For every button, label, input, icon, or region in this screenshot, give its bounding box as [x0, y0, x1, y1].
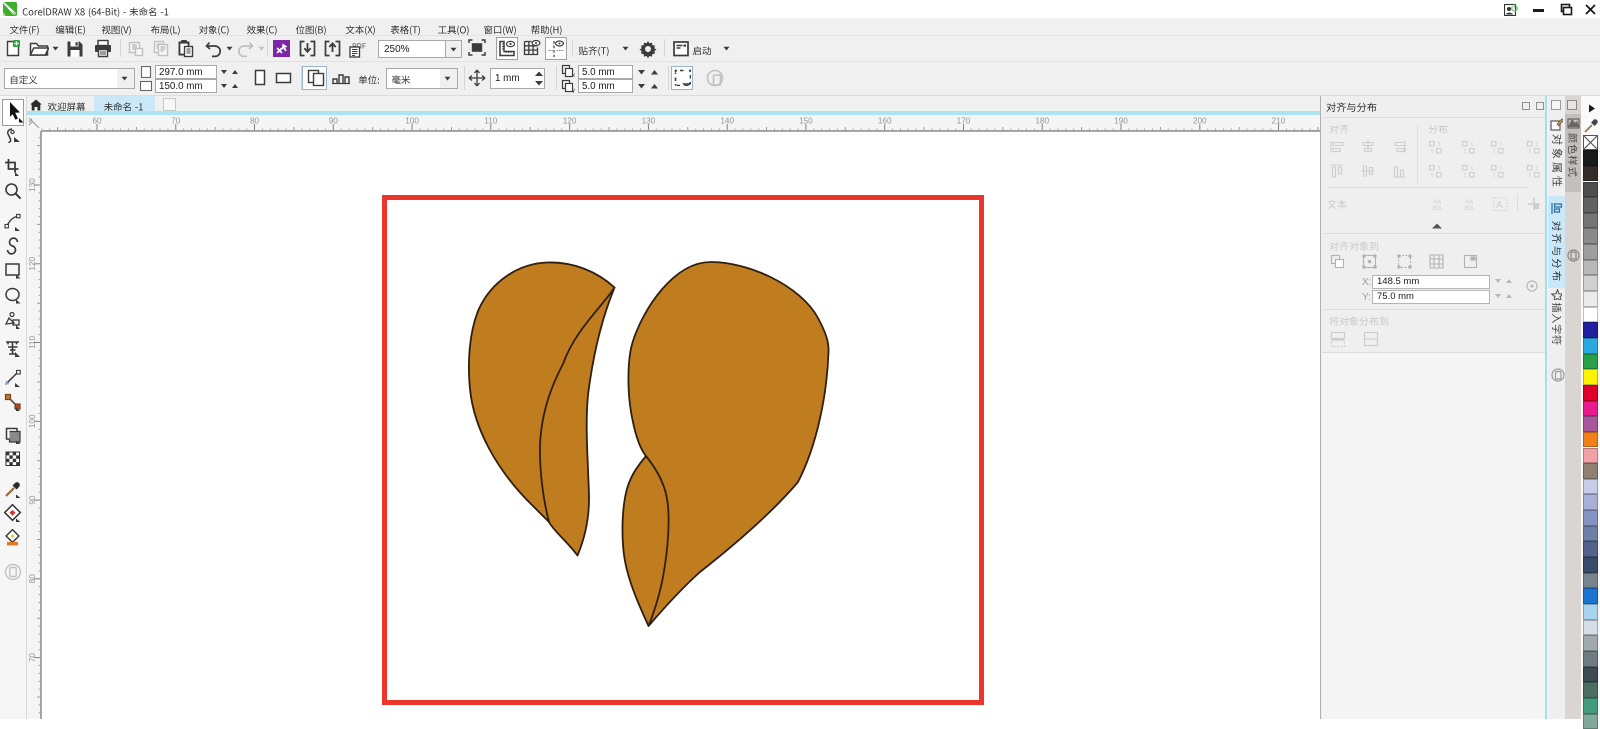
svg-text:150: 150 — [799, 117, 813, 126]
svg-text:A: A — [1496, 200, 1503, 211]
svg-text:90: 90 — [28, 495, 37, 505]
svg-text:70: 70 — [171, 117, 181, 126]
svg-text:170: 170 — [957, 117, 971, 126]
svg-text:90: 90 — [329, 117, 339, 126]
svg-text:100: 100 — [28, 414, 37, 428]
svg-text:180: 180 — [1035, 117, 1049, 126]
svg-text:130: 130 — [642, 117, 656, 126]
svg-text:70: 70 — [28, 653, 37, 663]
svg-text:140: 140 — [720, 117, 734, 126]
svg-text:190: 190 — [1114, 117, 1128, 126]
svg-text:100: 100 — [405, 117, 419, 126]
svg-text:80: 80 — [28, 574, 37, 584]
svg-text:120: 120 — [563, 117, 577, 126]
svg-text:110: 110 — [28, 336, 37, 349]
svg-text:Bb: Bb — [1433, 205, 1441, 211]
svg-text:60: 60 — [92, 117, 102, 126]
svg-text:Bb: Bb — [1465, 205, 1473, 211]
svg-text:110: 110 — [484, 117, 497, 126]
svg-text:210: 210 — [1272, 117, 1286, 126]
svg-text:160: 160 — [878, 117, 892, 126]
svg-text:130: 130 — [28, 178, 37, 192]
svg-text:200: 200 — [1193, 117, 1207, 126]
svg-text:80: 80 — [250, 117, 260, 126]
svg-text:120: 120 — [28, 257, 37, 271]
svg-text:y: y — [572, 88, 575, 93]
svg-text:x: x — [572, 73, 575, 78]
